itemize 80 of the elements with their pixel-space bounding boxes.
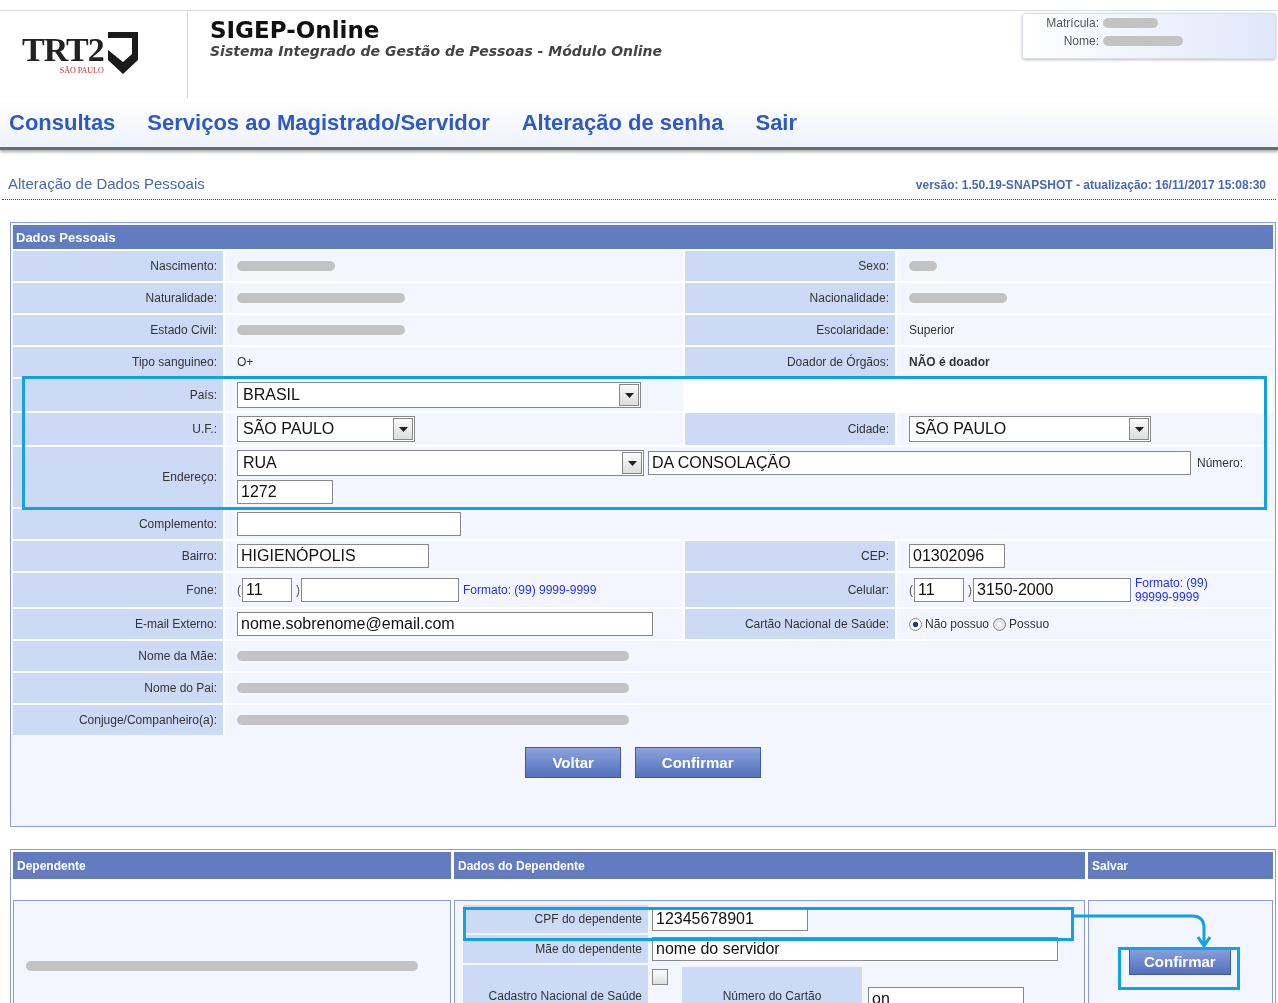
field-label: Endereço: [13,447,223,507]
logo-icon [105,29,140,76]
area-code-field[interactable]: 11 [242,578,292,602]
radio-option[interactable]: Possuo [993,617,1050,631]
field-label: Conjuge/Companheiro(a): [13,705,223,735]
field-label: Doador de Órgãos: [685,347,895,377]
field-label: Nacionalidade: [685,283,895,313]
field-label: Cadastro Nacional de Saúde [463,965,648,1003]
field-label: Estado Civil: [13,315,223,345]
version-text: versão: 1.50.19-SNAPSHOT - atualização: 16/11/2017 15:08:30 [915,178,1266,192]
nav-link[interactable]: Serviços ao Magistrado/Servidor [147,109,490,136]
format-hint: Formato: (99) 9999-9999 [463,583,597,597]
field-label: Sexo: [685,251,895,281]
caret-icon [1134,426,1144,432]
text-field[interactable]: HIGIENÓPOLIS [237,544,429,568]
field-value: O+ [237,355,254,369]
text-field[interactable] [237,512,461,536]
text-field[interactable]: 01302096 [909,544,1005,568]
street-field[interactable]: DA CONSOLAÇÃO [648,451,1191,475]
field-label: Escolaridade: [685,315,895,345]
column-header: Dados do Dependente [454,852,1085,879]
checkbox[interactable] [652,969,668,985]
radio-button[interactable] [993,617,1007,631]
field-label: Número do Cartão [682,967,862,1003]
dropdown[interactable]: BRASIL [237,382,641,408]
field-value: NÃO é doador [909,355,990,369]
field-label: Mãe do dependente [463,935,648,963]
text-field[interactable]: nome do servidor [652,937,1058,961]
field-label: Nascimento: [13,251,223,281]
panel-header: Dados Pessoais [13,225,1273,249]
caret-icon [627,460,637,466]
radio-button[interactable] [909,617,922,631]
app-title: SIGEP-Online [210,17,381,43]
radio-option[interactable]: Não possuo [909,617,990,631]
form-button[interactable]: Confirmar [634,747,761,778]
caret-icon [624,392,634,398]
phone-field[interactable]: 3150-2000 [973,578,1131,602]
field-label: Tipo sanguineo: [13,347,223,377]
field-label: CEP: [685,541,895,571]
phone-field[interactable] [301,578,459,602]
parenthesis: ( [909,583,913,597]
field-label: Nome da Mãe: [13,641,223,671]
field-label: U.F.: [13,413,223,445]
field-label: País: [13,379,223,411]
field-label: Cartão Nacional de Saúde: [685,609,895,639]
logo-text: TRT2 [22,34,104,65]
logo-subtext: SÃO PAULO [59,66,104,75]
parenthesis: ) [968,583,972,597]
field-label: Complemento: [13,509,223,539]
parenthesis: ) [296,583,300,597]
field-label: Bairro: [13,541,223,571]
number-field[interactable]: 1272 [237,480,333,504]
field-label: Fone: [13,573,223,607]
field-label: Celular: [685,573,895,607]
field-label: Nome do Pai: [13,673,223,703]
nav-link[interactable]: Consultas [9,109,116,136]
caret-icon [398,426,408,432]
field-label: Cidade: [685,413,895,445]
field-label: Número: [1197,456,1243,470]
parenthesis: ( [237,583,241,597]
redacted-bar [909,261,937,271]
dropdown[interactable]: RUA [237,450,644,476]
dropdown[interactable]: SÃO PAULO [237,416,415,442]
field-label: Naturalidade: [13,283,223,313]
field-value: Superior [909,323,955,337]
text-field[interactable]: nome.sobrenome@email.com [237,612,653,636]
area-code-field[interactable]: 11 [914,578,964,602]
page-title: Alteração de Dados Pessoais [8,175,205,192]
redacted-bar [1103,18,1158,28]
user-label: Nome: [1062,34,1099,48]
nav-link[interactable]: Alteração de senha [521,109,724,136]
column-header: Salvar [1088,852,1273,879]
nav-link[interactable]: Sair [755,109,798,136]
field-label: E-mail Externo: [13,609,223,639]
dropdown[interactable]: SÃO PAULO [909,416,1151,442]
form-button[interactable]: Voltar [525,747,621,778]
app-subtitle: Sistema Integrado de Gestão de Pessoas - Módulo Online [210,43,664,59]
format-hint: Formato: (99) 99999-9999 [1135,576,1209,604]
column-header: Dependente [13,852,451,879]
user-label: Matrícula: [1045,16,1099,30]
